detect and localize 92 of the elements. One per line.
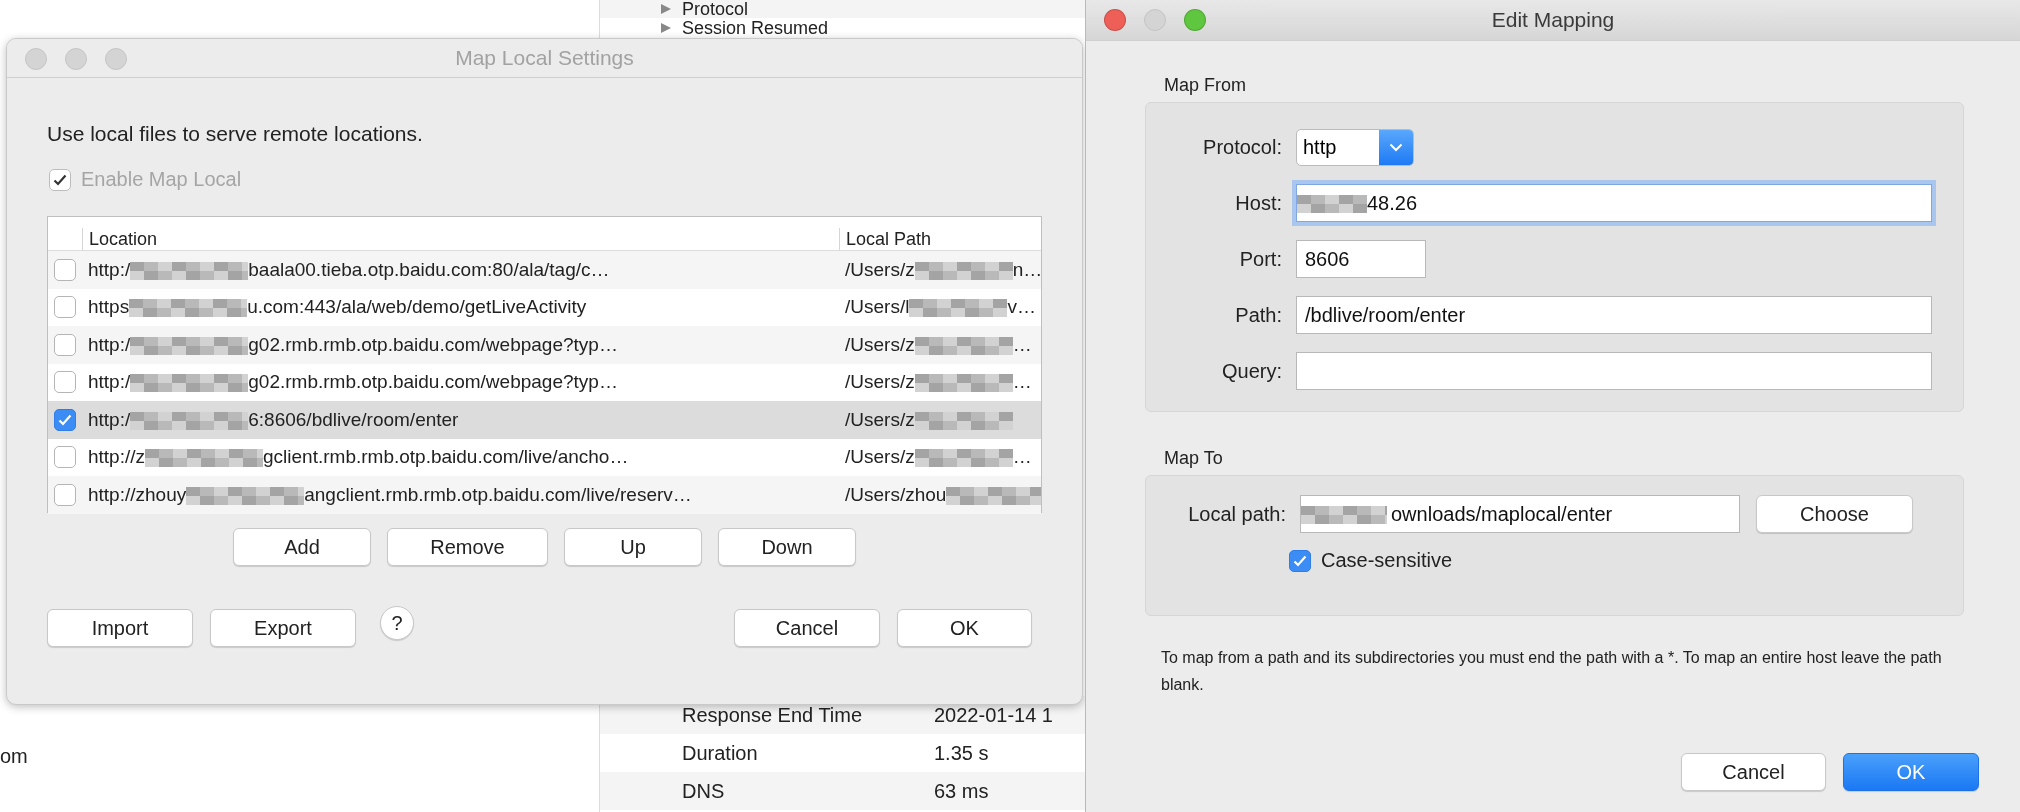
table-action-button[interactable]: Remove bbox=[387, 528, 548, 566]
url-text: baala00.tieba.otp.baidu.com:80/ala/tag/c… bbox=[248, 258, 610, 281]
url-text: http:/ bbox=[88, 258, 131, 281]
field-label: Host: bbox=[1234, 191, 1283, 215]
input-field[interactable]: /bdlive/room/enter bbox=[1296, 296, 1932, 334]
checkbox[interactable] bbox=[54, 408, 76, 431]
input-field[interactable] bbox=[1296, 352, 1932, 390]
table-row[interactable]: http:/ g02.rmb.rmb.otp.baidu.com/webpage?typ… /Users/z … bbox=[48, 326, 1041, 364]
url-text: http:/ bbox=[88, 408, 131, 431]
url-text: angclient.rmb.rmb.otp.baidu.com/live/reserv… bbox=[304, 483, 692, 506]
dialog-button[interactable]: OK bbox=[897, 609, 1032, 647]
expand-triangle-icon bbox=[660, 22, 672, 34]
path-text: /Users/z bbox=[845, 258, 915, 281]
checkbox[interactable] bbox=[54, 258, 76, 281]
window-minimize-button[interactable] bbox=[1144, 9, 1166, 31]
detail-label: Response End Time bbox=[682, 703, 864, 727]
detail-label: Session Resumed bbox=[682, 17, 830, 39]
checkmark-icon bbox=[1293, 554, 1307, 567]
field-label: Local path: bbox=[1187, 502, 1287, 526]
field-label: Port: bbox=[1238, 247, 1283, 271]
window-title: Edit Mapping bbox=[1491, 8, 1615, 32]
help-text: To map from a path and its subdirectories you must end the path with a *. To map an entire host leave the path blank. bbox=[1161, 648, 1943, 695]
path-text: /Users/z bbox=[845, 333, 915, 356]
group-label: Map From bbox=[1164, 75, 1247, 96]
input-field[interactable]: ownloads/maplocal/enter bbox=[1300, 495, 1740, 533]
url-text: http://zhouy bbox=[88, 483, 187, 506]
path-text: /Users/z bbox=[845, 408, 915, 431]
path-text: … bbox=[1012, 446, 1032, 469]
table-row[interactable]: http:/ 6:8606/bdlive/room/enter /Users/z bbox=[48, 401, 1041, 439]
window-minimize-button[interactable] bbox=[65, 48, 87, 70]
checkbox-label: Enable Map Local bbox=[81, 168, 242, 191]
window-title: Map Local Settings bbox=[455, 46, 634, 70]
dialog-button[interactable]: Cancel bbox=[1681, 753, 1826, 791]
detail-label: Duration bbox=[682, 741, 759, 765]
table-action-button[interactable]: Up bbox=[564, 528, 702, 566]
path-text: … bbox=[1012, 333, 1032, 356]
column-header[interactable]: Local Path bbox=[839, 228, 1041, 250]
input-field[interactable]: 8606 bbox=[1296, 240, 1426, 278]
detail-value: 2022-01-14 1 bbox=[934, 703, 1053, 727]
path-text: /Users/z bbox=[845, 446, 915, 469]
description-text: Use local files to serve remote locations. bbox=[47, 122, 424, 146]
group-label: Map To bbox=[1164, 448, 1224, 469]
url-text: http://z bbox=[88, 446, 146, 469]
expand-triangle-icon bbox=[660, 3, 672, 15]
url-text: http:/ bbox=[88, 371, 131, 394]
detail-value: 63 ms bbox=[934, 779, 989, 803]
window-zoom-button[interactable] bbox=[105, 48, 127, 70]
path-text: /Users/z bbox=[845, 371, 915, 394]
checkbox[interactable] bbox=[54, 483, 76, 506]
field-label: Query: bbox=[1220, 359, 1283, 383]
detail-value: 1.35 s bbox=[934, 741, 989, 765]
url-text: gclient.rmb.rmb.otp.baidu.com/live/ancho… bbox=[263, 446, 629, 469]
field-label: Protocol: bbox=[1202, 135, 1283, 159]
checkbox[interactable] bbox=[54, 371, 76, 394]
field-label: Path: bbox=[1234, 303, 1283, 327]
path-text: … bbox=[1012, 371, 1032, 394]
checkmark-icon bbox=[53, 173, 67, 186]
table-row[interactable]: http:/ g02.rmb.rmb.otp.baidu.com/webpage?typ… /Users/z … bbox=[48, 363, 1041, 401]
url-text: g02.rmb.rmb.otp.baidu.com/webpage?typ… bbox=[248, 371, 618, 394]
table-row[interactable]: http:/ baala00.tieba.otp.baidu.com:80/ala/tag/c… /Users/z n… bbox=[48, 251, 1041, 289]
detail-label: Protocol bbox=[682, 0, 750, 20]
checkbox[interactable] bbox=[54, 296, 76, 319]
table-row[interactable]: http://z gclient.rmb.rmb.otp.baidu.com/live/ancho… /Users/z … bbox=[48, 438, 1041, 476]
url-text: https bbox=[88, 296, 130, 319]
table-action-button[interactable]: Down bbox=[718, 528, 856, 566]
file-button[interactable]: Import bbox=[47, 609, 193, 647]
checkbox[interactable] bbox=[54, 446, 76, 469]
url-text: g02.rmb.rmb.otp.baidu.com/webpage?typ… bbox=[248, 333, 618, 356]
path-text: /Users/l bbox=[845, 296, 910, 319]
protocol-dropdown[interactable]: http bbox=[1296, 128, 1414, 166]
url-text: u.com:443/ala/web/demo/getLiveActivity bbox=[247, 296, 587, 319]
dialog-button[interactable]: Cancel bbox=[734, 609, 880, 647]
window-close-button[interactable] bbox=[25, 48, 47, 70]
path-text: n… bbox=[1012, 258, 1041, 281]
list-item-text: om bbox=[0, 745, 28, 768]
table-row[interactable]: http://zhouy angclient.rmb.rmb.otp.baidu.com/live/reserv… /Users/zhou bbox=[48, 476, 1041, 514]
chevron-down-icon bbox=[1389, 142, 1403, 152]
url-text: 6:8606/bdlive/room/enter bbox=[248, 408, 459, 431]
detail-label: DNS bbox=[682, 779, 726, 803]
checkbox[interactable] bbox=[1289, 549, 1311, 572]
checkmark-icon bbox=[58, 413, 72, 426]
checkbox[interactable] bbox=[54, 333, 76, 356]
path-text: /Users/zhou bbox=[845, 483, 947, 506]
column-header[interactable]: Location bbox=[82, 228, 839, 250]
table-action-button[interactable]: Add bbox=[233, 528, 371, 566]
choose-button[interactable]: Choose bbox=[1756, 495, 1913, 533]
url-text: http:/ bbox=[88, 333, 131, 356]
help-button[interactable]: ? bbox=[380, 606, 414, 640]
path-text: v… bbox=[1007, 296, 1036, 319]
checkbox-label: Case-sensitive bbox=[1321, 549, 1453, 572]
file-button[interactable]: Export bbox=[210, 609, 356, 647]
table-row[interactable]: https u.com:443/ala/web/demo/getLiveActivity /Users/l v… bbox=[48, 288, 1041, 326]
